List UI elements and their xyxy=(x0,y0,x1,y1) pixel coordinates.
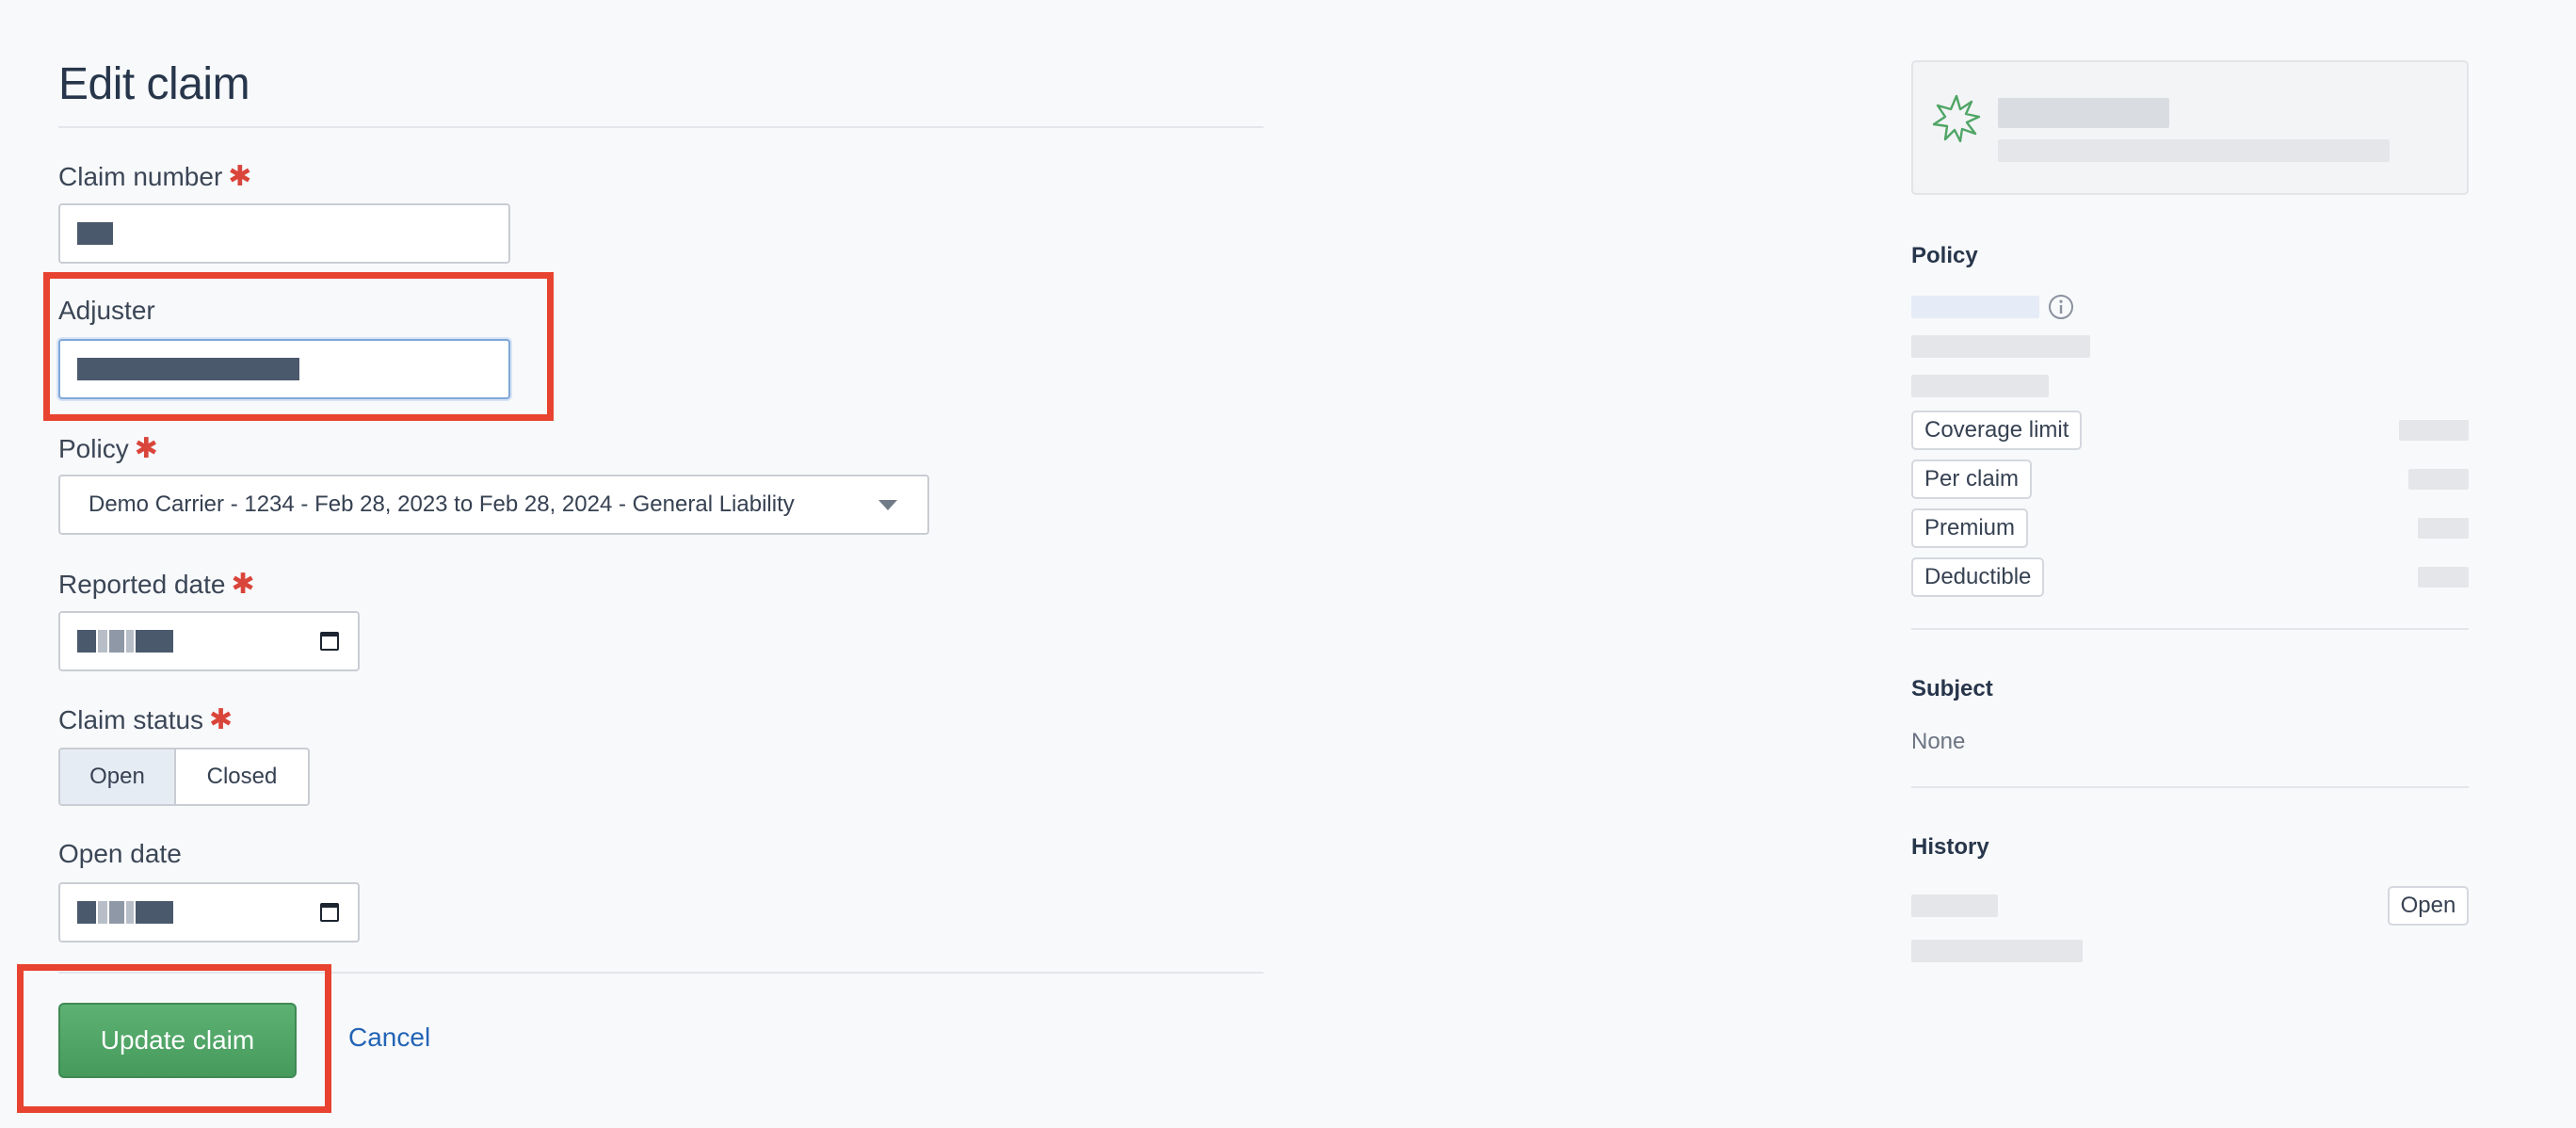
chevron-down-icon xyxy=(878,500,897,510)
section-divider xyxy=(1911,628,2469,630)
required-mark: ✱ xyxy=(209,704,233,735)
open-date-field[interactable] xyxy=(58,882,360,943)
open-date-label: Open date xyxy=(58,839,182,868)
highlight-box-adjuster xyxy=(43,272,554,421)
placeholder-text xyxy=(1911,940,2083,962)
placeholder-text xyxy=(1998,139,2390,162)
redacted-value xyxy=(77,901,96,924)
reported-date-field[interactable] xyxy=(58,611,360,671)
policy-section-heading: Policy xyxy=(1911,243,1978,268)
reported-date-label: Reported date ✱ xyxy=(58,568,255,601)
cancel-link[interactable]: Cancel xyxy=(348,1023,430,1053)
status-option-closed[interactable]: Closed xyxy=(176,748,310,806)
redacted-value xyxy=(98,901,107,924)
placeholder-value xyxy=(2418,567,2469,588)
policy-select[interactable]: Demo Carrier - 1234 - Feb 28, 2023 to Fe… xyxy=(58,475,929,535)
redacted-value xyxy=(136,901,173,924)
highlight-box-update-button xyxy=(17,964,331,1113)
placeholder-text xyxy=(1998,98,2169,128)
tag-deductible: Deductible xyxy=(1911,557,2045,597)
subject-value: None xyxy=(1911,729,1966,754)
history-open-button[interactable]: Open xyxy=(2388,886,2469,926)
redacted-value xyxy=(126,630,134,653)
history-section-heading: History xyxy=(1911,834,1989,860)
reported-date-label-text: Reported date xyxy=(58,570,226,599)
redacted-value xyxy=(77,630,96,653)
redacted-value xyxy=(77,222,113,245)
claim-number-label: Claim number ✱ xyxy=(58,160,251,193)
redacted-value xyxy=(136,630,173,653)
info-icon[interactable] xyxy=(2048,294,2074,320)
starburst-icon xyxy=(1932,94,1981,143)
required-mark: ✱ xyxy=(231,569,255,600)
tag-coverage-limit: Coverage limit xyxy=(1911,411,2083,450)
redacted-value xyxy=(109,630,124,653)
tag-premium: Premium xyxy=(1911,508,2029,548)
claim-status-label: Claim status ✱ xyxy=(58,703,233,736)
calendar-icon[interactable] xyxy=(320,903,339,922)
required-mark: ✱ xyxy=(134,433,158,464)
placeholder-value xyxy=(2408,469,2469,490)
claim-summary-card xyxy=(1911,60,2469,195)
claim-status-label-text: Claim status xyxy=(58,705,204,734)
redacted-value xyxy=(98,630,107,653)
title-divider xyxy=(58,126,1264,128)
redacted-value xyxy=(109,901,124,924)
tag-per-claim: Per claim xyxy=(1911,459,2033,499)
policy-selected-value: Demo Carrier - 1234 - Feb 28, 2023 to Fe… xyxy=(89,491,795,517)
required-mark: ✱ xyxy=(228,161,252,192)
claim-number-label-text: Claim number xyxy=(58,162,223,191)
policy-label-text: Policy xyxy=(58,434,129,463)
placeholder-text xyxy=(1911,894,1998,917)
page-title: Edit claim xyxy=(58,59,250,109)
status-option-open[interactable]: Open xyxy=(58,748,176,806)
policy-label: Policy ✱ xyxy=(58,432,158,465)
claim-number-field[interactable] xyxy=(58,203,510,264)
placeholder-text xyxy=(1911,335,2090,358)
placeholder-value xyxy=(2399,420,2469,441)
section-divider xyxy=(1911,786,2469,788)
redacted-value xyxy=(126,901,134,924)
placeholder-value xyxy=(2418,518,2469,539)
calendar-icon[interactable] xyxy=(320,632,339,651)
placeholder-text xyxy=(1911,375,2049,397)
subject-section-heading: Subject xyxy=(1911,676,1993,701)
placeholder-text xyxy=(1911,296,2039,318)
